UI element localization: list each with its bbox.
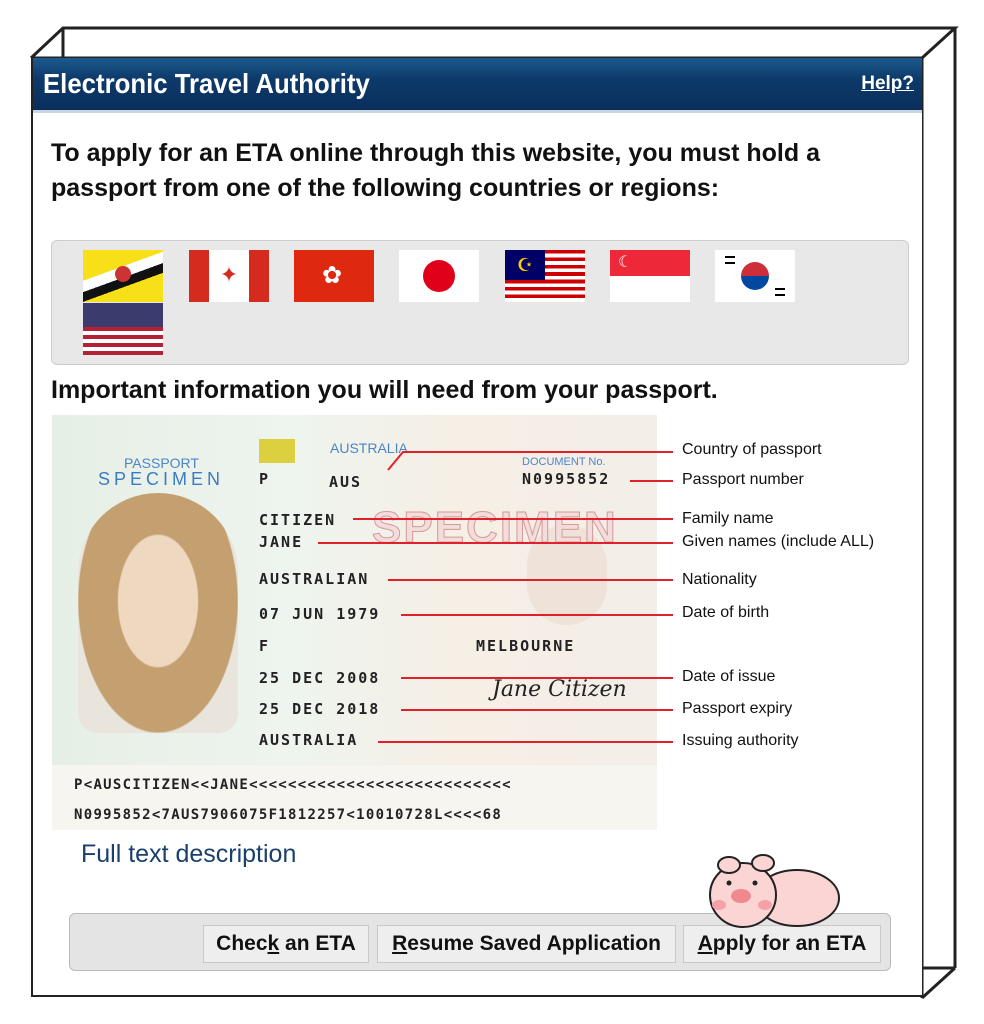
sex: F xyxy=(259,637,271,655)
pig-sticker-icon xyxy=(709,854,840,928)
btn-text: Chec xyxy=(216,932,268,955)
mrz-line-1: P<AUSCITIZEN<<JANE<<<<<<<<<<<<<<<<<<<<<<… xyxy=(74,777,512,793)
passport-type: P xyxy=(259,470,271,488)
date-of-birth: 07 JUN 1979 xyxy=(259,605,381,623)
eta-panel: Electronic Travel Authority Help? To app… xyxy=(31,58,922,997)
canada-flag-icon: ✦ xyxy=(189,250,269,302)
btn-text: esume Saved Application xyxy=(407,932,661,955)
given-names: JANE xyxy=(259,533,304,551)
label-given-names: Given names (include ALL) xyxy=(682,533,875,550)
holder-photo xyxy=(78,493,238,733)
country-header: AUSTRALIA xyxy=(330,440,408,456)
japan-flag-icon xyxy=(399,250,479,302)
label-dob: Date of birth xyxy=(682,604,770,621)
brunei-flag-icon xyxy=(83,250,163,302)
label-issue: Date of issue xyxy=(682,668,776,685)
passport-heading: Important information you will need from… xyxy=(51,376,718,404)
specimen-text: SPECIMEN xyxy=(98,469,225,489)
south-korea-flag-icon xyxy=(715,250,795,302)
page-title: Electronic Travel Authority xyxy=(43,68,370,99)
label-expiry: Passport expiry xyxy=(682,700,793,717)
surname: CITIZEN xyxy=(259,511,337,529)
mrz-line-2: N0995852<7AUS7906075F1812257<10010728L<<… xyxy=(74,807,503,823)
passport-specimen-image: PASSPORT SPECIMEN AUSTRALIA DOCUMENT No.… xyxy=(52,415,657,830)
country-code: AUS xyxy=(329,473,363,491)
label-nationality: Nationality xyxy=(682,571,757,588)
chip-icon xyxy=(259,439,295,463)
resume-saved-application-button[interactable]: Resume Saved Application xyxy=(377,925,676,963)
mrz-zone: P<AUSCITIZEN<<JANE<<<<<<<<<<<<<<<<<<<<<<… xyxy=(52,765,657,830)
malaysia-flag-icon: ☪ xyxy=(505,250,585,302)
place-of-birth: MELBOURNE xyxy=(476,637,576,655)
label-family-name: Family name xyxy=(682,510,774,527)
full-text-description-link[interactable]: Full text description xyxy=(81,840,296,869)
united-states-flag-icon xyxy=(83,303,163,355)
date-of-issue: 25 DEC 2008 xyxy=(259,669,381,687)
doc-label: DOCUMENT No. xyxy=(522,456,606,468)
accesskey: R xyxy=(392,932,408,955)
help-link[interactable]: Help? xyxy=(861,73,914,95)
date-of-expiry: 25 DEC 2018 xyxy=(259,700,381,718)
authority: AUSTRALIA xyxy=(259,731,359,749)
nationality: AUSTRALIAN xyxy=(259,570,370,588)
watermark: SPECIMEN xyxy=(372,503,618,553)
eligible-flags: ✦ ✿ ☪ ☾ xyxy=(51,240,909,365)
header-bar: Electronic Travel Authority Help? xyxy=(33,58,922,113)
accesskey: k xyxy=(267,932,280,955)
document-number: N0995852 xyxy=(522,470,611,488)
label-country: Country of passport xyxy=(682,441,822,458)
singapore-flag-icon: ☾ xyxy=(610,250,690,302)
check-eta-button[interactable]: Check an ETA xyxy=(203,925,369,963)
btn-text: an ETA xyxy=(279,932,356,955)
intro-text: To apply for an ETA online through this … xyxy=(51,139,820,202)
label-passport-number: Passport number xyxy=(682,471,804,488)
signature: Jane Citizen xyxy=(492,677,627,702)
hong-kong-flag-icon: ✿ xyxy=(294,250,374,302)
label-authority: Issuing authority xyxy=(682,732,799,749)
